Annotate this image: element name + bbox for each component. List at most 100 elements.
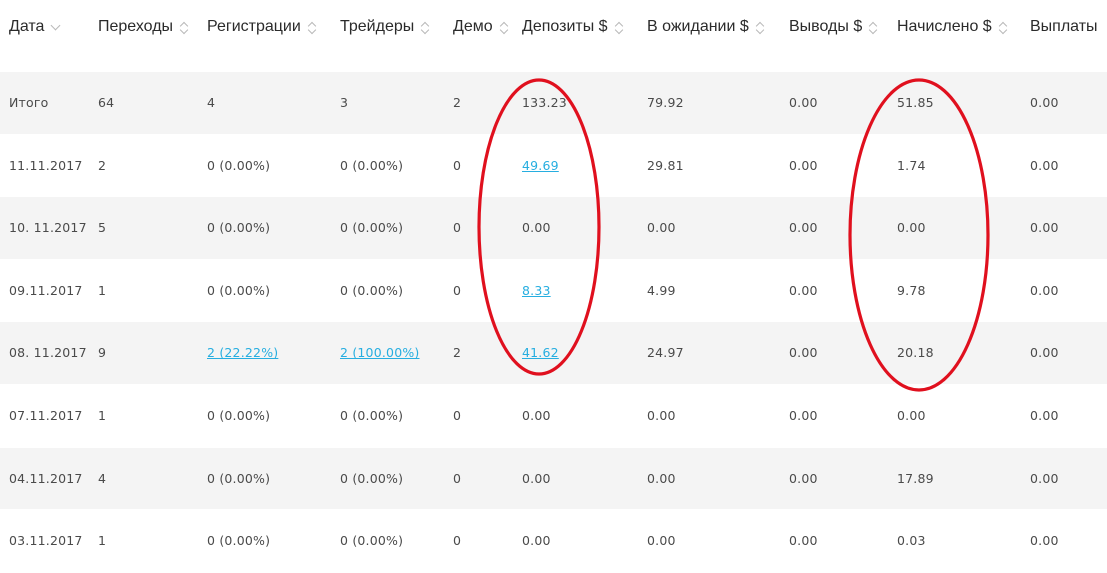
cell-pending: 0.00 xyxy=(647,407,676,423)
column-header-date[interactable]: Дата xyxy=(9,18,61,36)
cell-withdrawals: 0.00 xyxy=(789,157,818,173)
sort-icon[interactable] xyxy=(869,20,878,35)
cell-traders: 0 (0.00%) xyxy=(340,157,404,173)
cell-clicks: 1 xyxy=(98,282,107,298)
cell-withdrawals: 0.00 xyxy=(789,345,818,361)
chevron-down-icon[interactable] xyxy=(50,20,61,30)
cell-date: 08. 11.2017 xyxy=(9,345,87,361)
cell-pending: 0.00 xyxy=(647,533,676,549)
cell-date: 04.11.2017 xyxy=(9,470,83,486)
cell-pending: 4.99 xyxy=(647,282,676,298)
sort-icon[interactable] xyxy=(180,20,189,35)
cell-clicks: 4 xyxy=(98,470,107,486)
column-header-registrations[interactable]: Регистрации xyxy=(207,18,317,36)
cell-date: 09.11.2017 xyxy=(9,282,83,298)
table-row: 09.11.2017 1 0 (0.00%) 0 (0.00%) 0 8.33 4.99 0.… xyxy=(0,260,1107,323)
table-header: Дата Переходы Регистрации Трейдеры Демо Депоз… xyxy=(0,0,1107,72)
cell-pending: 0.00 xyxy=(647,470,676,486)
cell-clicks: 2 xyxy=(98,157,107,173)
sort-icon[interactable] xyxy=(500,20,509,35)
cell-clicks: 1 xyxy=(98,533,107,549)
sort-icon[interactable] xyxy=(615,20,624,35)
cell-traders: 0 (0.00%) xyxy=(340,407,404,423)
cell-withdrawals: 0.00 xyxy=(789,95,818,110)
cell-accrued: 0.00 xyxy=(897,220,926,236)
column-header-deposits[interactable]: Депозиты $ xyxy=(522,18,624,36)
column-header-demo[interactable]: Демо xyxy=(453,18,509,36)
cell-traders: 0 (0.00%) xyxy=(340,470,404,486)
cell-payouts: 0.00 xyxy=(1030,157,1059,173)
column-header-label: Дата xyxy=(9,18,45,35)
cell-demo: 0 xyxy=(453,407,462,423)
cell-deposits: 133.23 xyxy=(522,95,567,110)
cell-payouts: 0.00 xyxy=(1030,407,1059,423)
column-header-accrued[interactable]: Начислено $ xyxy=(897,18,1008,36)
column-header-withdrawals[interactable]: Выводы $ xyxy=(789,18,878,36)
cell-accrued: 0.00 xyxy=(897,407,926,423)
cell-deposits: 0.00 xyxy=(522,220,551,236)
cell-date: Итого xyxy=(9,95,49,110)
column-header-label: Депозиты $ xyxy=(522,18,608,35)
cell-date: 10. 11.2017 xyxy=(9,220,87,236)
column-header-traders[interactable]: Трейдеры xyxy=(340,18,430,36)
cell-accrued: 17.89 xyxy=(897,470,934,486)
table-row: 10. 11.2017 5 0 (0.00%) 0 (0.00%) 0 0.00 0.00 0… xyxy=(0,197,1107,260)
cell-clicks: 1 xyxy=(98,407,107,423)
cell-demo: 2 xyxy=(453,95,462,110)
cell-deposits-link[interactable]: 8.33 xyxy=(522,260,551,321)
column-header-label: Выплаты xyxy=(1030,18,1098,35)
cell-traders-link[interactable]: 2 (100.00%) xyxy=(340,322,420,383)
column-header-payouts[interactable]: Выплаты xyxy=(1030,18,1098,36)
cell-payouts: 0.00 xyxy=(1030,282,1059,298)
column-header-label: Регистрации xyxy=(207,18,301,35)
cell-traders: 0 (0.00%) xyxy=(340,533,404,549)
table-row: 11.11.2017 2 0 (0.00%) 0 (0.00%) 0 49.69 29.81… xyxy=(0,135,1107,198)
cell-traders: 0 (0.00%) xyxy=(340,282,404,298)
cell-registrations: 4 xyxy=(207,95,216,110)
cell-date: 07.11.2017 xyxy=(9,407,83,423)
cell-registrations-link[interactable]: 2 (22.22%) xyxy=(207,322,278,383)
column-header-pending[interactable]: В ожидании $ xyxy=(647,18,765,36)
cell-accrued: 0.03 xyxy=(897,533,926,549)
table-body: Итого 64 4 3 2 133.23 79.92 0.00 51.85 0.00 11.11.… xyxy=(0,72,1107,573)
cell-date: 03.11.2017 xyxy=(9,533,83,549)
cell-demo: 2 xyxy=(453,345,462,361)
cell-clicks: 9 xyxy=(98,345,107,361)
cell-withdrawals: 0.00 xyxy=(789,282,818,298)
stats-table: Дата Переходы Регистрации Трейдеры Демо Депоз… xyxy=(0,0,1107,573)
cell-payouts: 0.00 xyxy=(1030,345,1059,361)
cell-demo: 0 xyxy=(453,533,462,549)
sort-icon[interactable] xyxy=(999,20,1008,35)
cell-deposits: 0.00 xyxy=(522,533,551,549)
column-header-label: Трейдеры xyxy=(340,18,415,35)
cell-deposits-link[interactable]: 41.62 xyxy=(522,322,559,383)
cell-registrations: 0 (0.00%) xyxy=(207,220,271,236)
sort-icon[interactable] xyxy=(421,20,430,35)
cell-demo: 0 xyxy=(453,157,462,173)
column-header-label: Начислено $ xyxy=(897,18,992,35)
cell-traders: 0 (0.00%) xyxy=(340,220,404,236)
cell-clicks: 64 xyxy=(98,95,115,110)
cell-payouts: 0.00 xyxy=(1030,95,1059,110)
cell-accrued: 9.78 xyxy=(897,282,926,298)
cell-withdrawals: 0.00 xyxy=(789,220,818,236)
cell-deposits: 0.00 xyxy=(522,407,551,423)
cell-accrued: 20.18 xyxy=(897,345,934,361)
cell-accrued: 51.85 xyxy=(897,95,934,110)
cell-pending: 24.97 xyxy=(647,345,684,361)
cell-withdrawals: 0.00 xyxy=(789,407,818,423)
cell-payouts: 0.00 xyxy=(1030,220,1059,236)
sort-icon[interactable] xyxy=(308,20,317,35)
cell-clicks: 5 xyxy=(98,220,107,236)
column-header-clicks[interactable]: Переходы xyxy=(98,18,189,36)
sort-icon[interactable] xyxy=(756,20,765,35)
total-row: Итого 64 4 3 2 133.23 79.92 0.00 51.85 0.00 xyxy=(0,72,1107,135)
table-row: 08. 11.2017 9 2 (22.22%) 2 (100.00%) 2 41.62 2… xyxy=(0,322,1107,385)
cell-pending: 29.81 xyxy=(647,157,684,173)
cell-deposits: 0.00 xyxy=(522,470,551,486)
cell-deposits-link[interactable]: 49.69 xyxy=(522,135,559,196)
table-row: 03.11.2017 1 0 (0.00%) 0 (0.00%) 0 0.00 0.00 0.… xyxy=(0,510,1107,573)
cell-demo: 0 xyxy=(453,470,462,486)
column-header-label: Выводы $ xyxy=(789,18,863,35)
table-row: 07.11.2017 1 0 (0.00%) 0 (0.00%) 0 0.00 0.00 0.… xyxy=(0,385,1107,448)
